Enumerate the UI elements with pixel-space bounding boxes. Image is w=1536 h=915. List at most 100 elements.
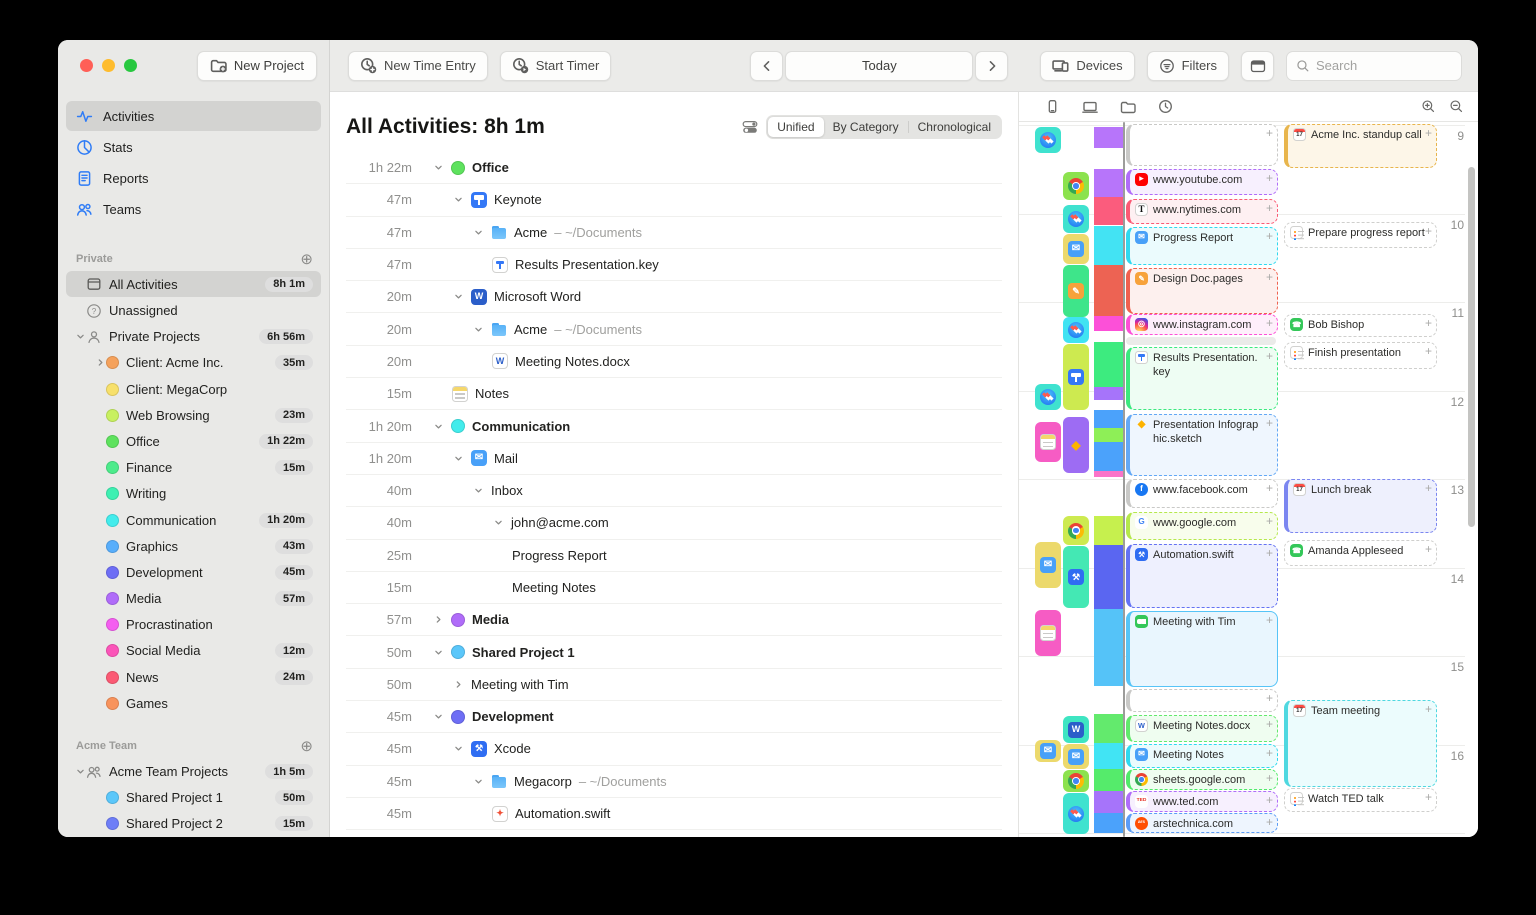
chevron-down-icon[interactable] <box>432 421 444 432</box>
sidebar-item-teams[interactable]: Teams <box>66 194 321 224</box>
timeline-entry[interactable]: ⚒ Automation.swift + <box>1126 544 1278 608</box>
activity-row[interactable]: 1h 22m Office <box>346 152 1002 185</box>
toggle-panel-button[interactable] <box>1241 50 1274 81</box>
add-entry-icon[interactable]: + <box>1266 794 1273 806</box>
sidebar-project-row[interactable]: Acme Team Projects 1h 5m <box>66 758 321 784</box>
add-entry-icon[interactable]: + <box>1266 816 1273 828</box>
add-entry-icon[interactable]: + <box>1266 747 1273 759</box>
activity-row[interactable]: 20m W Microsoft Word <box>346 281 1002 314</box>
calendar-event[interactable]: ☎ Bob Bishop + <box>1284 314 1437 337</box>
sidebar-project-row[interactable]: Writing <box>66 481 321 507</box>
new-time-entry-button[interactable]: New Time Entry <box>348 50 488 81</box>
timeline-entry[interactable]: ◆ Presentation Infographic.sketch + <box>1126 414 1278 476</box>
add-entry-icon[interactable]: + <box>1266 718 1273 730</box>
add-entry-icon[interactable]: + <box>1425 543 1432 555</box>
add-entry-icon[interactable]: + <box>1266 230 1273 242</box>
empty-timeline-slot[interactable]: + <box>1126 689 1278 712</box>
previous-day-button[interactable] <box>750 50 784 81</box>
activity-row[interactable]: 45m Megacorp – ~/Documents <box>346 766 1002 798</box>
sidebar-item-reports[interactable]: Reports <box>66 163 321 193</box>
add-entry-icon[interactable]: + <box>1266 614 1273 626</box>
timeline-entry[interactable]: TED www.ted.com + <box>1126 791 1278 812</box>
activity-row[interactable]: 20m W Meeting Notes.docx <box>346 346 1002 379</box>
chevron-down-icon[interactable] <box>74 766 86 777</box>
add-entry-icon[interactable]: + <box>1266 317 1273 329</box>
timeline-entry[interactable]: ✉ Progress Report + <box>1126 227 1278 265</box>
activity-row[interactable]: 45m Development <box>346 701 1002 734</box>
close-window-button[interactable] <box>80 59 93 73</box>
timeline-entry[interactable]: ars arstechnica.com + <box>1126 813 1278 833</box>
chevron-down-icon[interactable] <box>472 776 484 787</box>
activity-row[interactable]: 45m ✦ Automation.swift <box>346 798 1002 831</box>
sidebar-project-row[interactable]: Finance 15m <box>66 455 321 481</box>
activity-row[interactable]: 1h 20m ✉ Mail <box>346 443 1002 475</box>
chevron-down-icon[interactable] <box>432 162 444 173</box>
calendar-event[interactable]: Finish presentation + <box>1284 342 1437 369</box>
activity-row[interactable]: 47m Keynote <box>346 184 1002 217</box>
sidebar-item-activities[interactable]: Activities <box>66 101 321 132</box>
calendar-event[interactable]: 17 Team meeting + <box>1284 700 1437 787</box>
chevron-down-icon[interactable] <box>432 647 444 658</box>
activity-row[interactable]: 40m john@acme.com <box>346 507 1002 540</box>
add-entry-icon[interactable]: + <box>1425 317 1432 329</box>
view-tab-chronological[interactable]: Chronological <box>909 117 1000 137</box>
calendar-event[interactable]: ☎ Amanda Appleseed + <box>1284 540 1437 566</box>
view-tab-unified[interactable]: Unified <box>768 117 824 137</box>
add-entry-icon[interactable]: + <box>1425 791 1432 803</box>
timeline-entry[interactable]: f www.facebook.com + <box>1126 479 1278 508</box>
timeline-entry[interactable]: W Meeting Notes.docx + <box>1126 715 1278 742</box>
calendar-event[interactable]: Prepare progress report + <box>1284 222 1437 248</box>
sidebar-project-row[interactable]: All Activities 8h 1m <box>66 271 321 298</box>
calendar-event[interactable]: Watch TED talk + <box>1284 788 1437 812</box>
sidebar-project-row[interactable]: Client: MegaCorp <box>66 376 321 402</box>
sidebar-project-row[interactable]: Web Browsing 23m <box>66 402 321 428</box>
timeline-entry[interactable]: Twww.nytimes.com + <box>1126 199 1278 224</box>
timeline-entry[interactable]: sheets.google.com + <box>1126 769 1278 790</box>
sidebar-project-row[interactable]: Procrastination <box>66 612 321 638</box>
add-entry-icon[interactable]: + <box>1266 547 1273 559</box>
add-entry-icon[interactable]: + <box>1266 202 1273 214</box>
activity-row[interactable]: 40m Inbox <box>346 475 1002 508</box>
add-entry-icon[interactable]: + <box>1266 127 1273 139</box>
add-entry-icon[interactable]: + <box>1425 127 1432 139</box>
minimize-window-button[interactable] <box>102 59 115 73</box>
activity-row[interactable]: 1h 20m Communication <box>346 410 1002 443</box>
add-entry-icon[interactable]: + <box>1266 772 1273 784</box>
sidebar-project-row[interactable]: Shared Project 2 15m <box>66 811 321 837</box>
add-project-icon[interactable]: ⊕ <box>300 250 313 268</box>
activity-row[interactable]: 15m Meeting Notes <box>346 572 1002 605</box>
calendar-event[interactable]: 17 Acme Inc. standup call + <box>1284 124 1437 168</box>
add-entry-icon[interactable]: + <box>1266 482 1273 494</box>
timeline-scrollbar[interactable] <box>1468 167 1475 527</box>
activity-row[interactable]: 50m Meeting with Tim <box>346 669 1002 702</box>
sidebar-project-row[interactable]: News 24m <box>66 664 321 690</box>
chevron-down-icon[interactable] <box>452 743 464 754</box>
chevron-down-icon[interactable] <box>452 453 464 464</box>
search-field[interactable] <box>1286 50 1462 81</box>
calendar-event[interactable]: 17 Lunch break + <box>1284 479 1437 533</box>
chevron-down-icon[interactable] <box>432 711 444 722</box>
zoom-window-button[interactable] <box>124 59 137 73</box>
timeline-entry[interactable]: ◎ www.instagram.com + <box>1126 314 1278 335</box>
activity-row[interactable]: 25m Progress Report <box>346 540 1002 572</box>
sidebar-project-row[interactable]: Graphics 43m <box>66 533 321 559</box>
activity-row[interactable]: 57m Media <box>346 604 1002 637</box>
chevron-down-icon[interactable] <box>74 331 86 342</box>
sidebar-project-row[interactable]: Media 57m <box>66 586 321 612</box>
next-day-button[interactable] <box>975 50 1009 81</box>
sidebar-project-row[interactable]: Development 45m <box>66 559 321 585</box>
devices-button[interactable]: Devices <box>1040 50 1135 81</box>
sidebar-project-row[interactable]: ? Unassigned <box>66 297 321 323</box>
sidebar-project-row[interactable]: Games <box>66 690 321 716</box>
today-button[interactable]: Today <box>785 50 974 81</box>
activity-row[interactable]: 20m Acme – ~/Documents <box>346 313 1002 346</box>
sidebar-project-row[interactable]: Shared Project 1 50m <box>66 785 321 811</box>
add-entry-icon[interactable]: + <box>1425 482 1432 494</box>
sidebar-project-row[interactable]: Office 1h 22m <box>66 428 321 454</box>
sidebar-project-row[interactable]: Communication 1h 20m <box>66 507 321 533</box>
activity-row[interactable]: 45m ⚒ Xcode <box>346 733 1002 766</box>
timeline-entry[interactable]: ▶ www.youtube.com + <box>1126 169 1278 195</box>
filters-button[interactable]: Filters <box>1146 50 1229 81</box>
activity-row[interactable]: 47m Results Presentation.key <box>346 249 1002 282</box>
sidebar-project-row[interactable]: Social Media 12m <box>66 638 321 664</box>
